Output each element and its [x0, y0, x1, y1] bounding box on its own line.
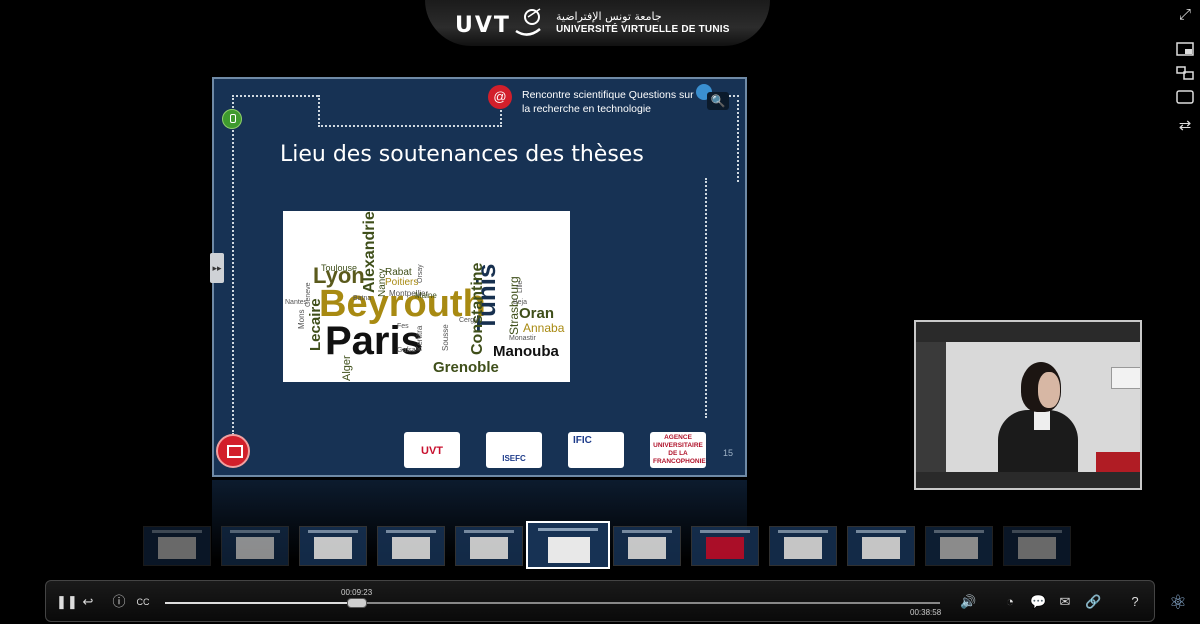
pause-icon[interactable]: ❚❚: [56, 594, 78, 610]
partner-logo-ific: IFIC: [568, 432, 624, 468]
screen-icon: [216, 434, 250, 468]
total-time: 00:38:58: [910, 608, 942, 617]
wordcloud-word: Kenitra: [415, 325, 424, 351]
email-icon[interactable]: ✉: [1057, 594, 1073, 610]
video-door: [916, 342, 946, 472]
wordcloud-word: Nantes: [285, 299, 308, 306]
wordcloud-word: Maine: [415, 291, 437, 300]
volume-icon[interactable]: 🔊: [960, 594, 976, 610]
fullscreen-icon[interactable]: ⤢: [1175, 6, 1195, 24]
slide-dotted-line-left: [232, 95, 234, 435]
wordcloud-word: Poitiers: [385, 277, 419, 288]
wordcloud-word: Mons: [297, 309, 306, 329]
wordcloud-word: Gafsa: [397, 347, 416, 354]
wordcloud-word: Annaba: [523, 321, 565, 335]
wordcloud-word: Toulouse: [321, 263, 358, 273]
speaker-face: [1038, 372, 1060, 408]
slide-thumbnail[interactable]: [299, 526, 367, 566]
comment-icon[interactable]: 💬: [1030, 594, 1046, 610]
progress-fill: [165, 602, 356, 604]
wordcloud-word: Lille: [517, 280, 524, 293]
wordcloud-word: Oran: [519, 305, 555, 322]
partner-logo-isefc: ISEFC: [486, 432, 542, 468]
partner-logo-auf: AGENCE UNIVERSITAIRE DE LA FRANCOPHONIE: [650, 432, 706, 468]
progress-handle[interactable]: [346, 598, 367, 608]
slide-thumbnail[interactable]: [613, 526, 681, 566]
partner-logo-uvt: UVT: [404, 432, 460, 468]
slide-dotted-line-right-inner: [705, 178, 707, 418]
slide-thumbnail[interactable]: [377, 526, 445, 566]
wordcloud-word: Cergy: [459, 317, 478, 324]
wordcloud-image: Beyrouth Paris Tunis Constantine Lyon Al…: [283, 211, 570, 382]
slide-thumbnail[interactable]: [221, 526, 289, 566]
slide-header-text: Rencontre scientifique Questions sur la …: [522, 89, 694, 115]
back-icon[interactable]: ↩: [80, 594, 96, 610]
speaker-video[interactable]: [914, 320, 1142, 490]
slide-thumbnail[interactable]: [143, 526, 211, 566]
wordcloud-word: Geneve: [305, 282, 312, 307]
slide-thumbnail-active[interactable]: [526, 521, 610, 569]
slide-dotted-line-top: [232, 95, 318, 97]
sync-icon[interactable]: ⇄: [1175, 117, 1195, 135]
chapters-icon[interactable]: ◔: [1002, 594, 1018, 610]
pin-icon: [222, 109, 242, 129]
wordcloud-word: Monastir: [509, 335, 536, 342]
logo-uvt-text: UVT: [455, 13, 511, 38]
wordcloud-word: Nancy: [377, 268, 388, 297]
speaker-shirt: [1034, 410, 1050, 430]
slide-title: Lieu des soutenances des thèses: [280, 142, 644, 167]
wordcloud-word: Batna: [353, 295, 372, 302]
wordcloud-word: Constantine: [469, 262, 486, 355]
wordcloud-word: Beja: [513, 299, 528, 306]
slide-side-tab[interactable]: ▸▸: [210, 253, 224, 283]
logo-arabic-name: جامعة تونس الإفتراضية: [556, 10, 662, 23]
slide-thumbnail[interactable]: [847, 526, 915, 566]
wordcloud-word: Grenoble: [433, 359, 499, 376]
wordcloud-word: Fes: [397, 323, 409, 330]
layout-swap-icon[interactable]: [1175, 66, 1195, 84]
slide-thumbnail[interactable]: [769, 526, 837, 566]
slide-dotted-notch: [318, 95, 502, 127]
slide-thumbnail[interactable]: [455, 526, 523, 566]
current-time: 00:09:23: [341, 588, 373, 597]
uvt-logo-icon: [515, 8, 541, 36]
at-icon: @: [488, 85, 512, 109]
wordcloud-word: Orsay: [417, 264, 424, 283]
slide-thumbnail[interactable]: [925, 526, 993, 566]
atom-icon[interactable]: ⚛: [1166, 591, 1190, 615]
info-icon[interactable]: ⓘ: [111, 594, 127, 610]
cc-icon[interactable]: CC: [135, 594, 151, 610]
help-icon[interactable]: ?: [1127, 594, 1143, 610]
link-icon[interactable]: 🔗: [1085, 594, 1101, 610]
wordcloud-word: Manouba: [493, 343, 559, 360]
zoom-icon[interactable]: 🔍: [707, 92, 729, 110]
layout-pip-icon[interactable]: [1175, 42, 1195, 60]
layout-single-icon[interactable]: [1175, 90, 1195, 108]
wordcloud-word: Alger: [341, 355, 353, 381]
wordcloud-word: Sousse: [441, 324, 450, 351]
player-control-bar: [45, 580, 1155, 622]
logo-french-name: UNIVERSITÉ VIRTUELLE DE TUNIS: [556, 24, 730, 35]
slide-page-number: 15: [723, 448, 734, 458]
video-red-object: [1096, 452, 1140, 472]
slide-thumbnail[interactable]: [691, 526, 759, 566]
video-screen: [1111, 367, 1140, 389]
slide-thumbnail[interactable]: [1003, 526, 1071, 566]
